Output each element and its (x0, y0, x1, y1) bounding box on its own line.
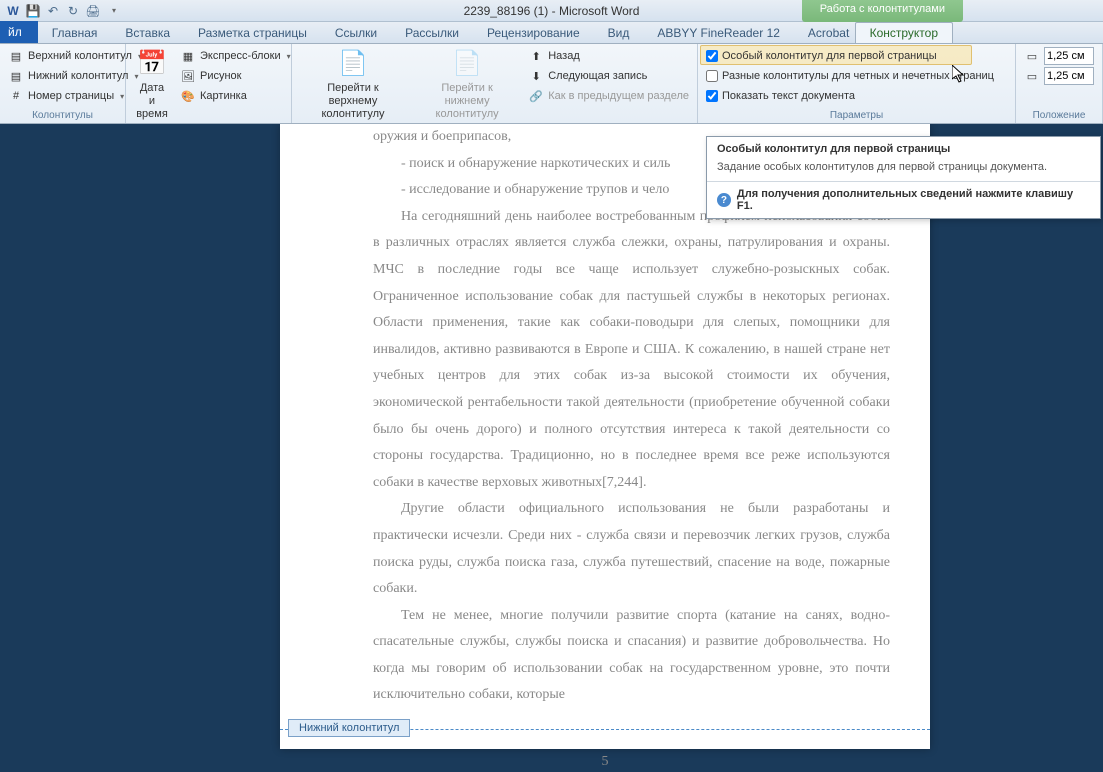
footer-label-tag[interactable]: Нижний колонтитул (288, 719, 410, 737)
page-number-icon: # (8, 88, 24, 104)
header-button[interactable]: ▤Верхний колонтитул (4, 46, 146, 66)
file-tab[interactable]: йл (0, 21, 38, 43)
group-position: ▭ ▭ Положение (1016, 44, 1103, 123)
group-headers: ▤Верхний колонтитул ▤Нижний колонтитул #… (0, 44, 126, 123)
footer-bottom-input[interactable] (1044, 67, 1094, 85)
redo-icon[interactable]: ↻ (64, 2, 82, 20)
tab-references[interactable]: Ссылки (321, 23, 391, 43)
goto-header-button[interactable]: 📄 Перейти к верхнему колонтитулу (296, 46, 410, 124)
doc-paragraph: Другие области официального использовани… (373, 496, 890, 602)
show-document-text-checkbox[interactable]: Показать текст документа (702, 86, 998, 106)
group-navigation: 📄 Перейти к верхнему колонтитулу 📄 Перей… (292, 44, 698, 123)
undo-icon[interactable]: ↶ (44, 2, 62, 20)
footer-button[interactable]: ▤Нижний колонтитул (4, 66, 146, 86)
qat-customize-icon[interactable] (104, 2, 122, 20)
tab-mailings[interactable]: Рассылки (391, 23, 473, 43)
doc-paragraph: На сегодняшний день наиболее востребован… (373, 204, 890, 497)
clipart-button[interactable]: 🎨Картинка (176, 86, 295, 106)
contextual-tab-header: Работа с колонтитулами (802, 0, 963, 22)
blocks-icon: ▦ (180, 48, 196, 64)
tooltip-description: Задание особых колонтитулов для первой с… (707, 161, 1100, 181)
header-from-top[interactable]: ▭ (1020, 46, 1098, 66)
page-number-field[interactable]: 5 (280, 754, 930, 770)
tab-design[interactable]: Конструктор (855, 22, 953, 43)
header-top-input[interactable] (1044, 47, 1094, 65)
goto-footer-icon: 📄 (451, 48, 483, 80)
quick-access-toolbar: W 💾 ↶ ↻ 🖨 (0, 2, 122, 20)
picture-button[interactable]: 🖼Рисунок (176, 66, 295, 86)
tab-acrobat[interactable]: Acrobat (794, 23, 863, 43)
tooltip-help-row: ? Для получения дополнительных сведений … (707, 182, 1100, 218)
link-icon: 🔗 (528, 88, 544, 104)
title-bar: W 💾 ↶ ↻ 🖨 2239_88196 (1) - Microsoft Wor… (0, 0, 1103, 22)
tab-abbyy[interactable]: ABBYY FineReader 12 (643, 23, 794, 43)
word-icon[interactable]: W (4, 2, 22, 20)
tooltip-help-text: Для получения дополнительных сведений на… (737, 188, 1090, 212)
next-button[interactable]: ⬇Следующая запись (524, 66, 693, 86)
checkbox-oddeven[interactable] (706, 70, 718, 82)
clipart-icon: 🎨 (180, 88, 196, 104)
picture-icon: 🖼 (180, 68, 196, 84)
previous-button[interactable]: ⬆Назад (524, 46, 693, 66)
window-title: 2239_88196 (1) - Microsoft Word (464, 4, 640, 18)
help-icon: ? (717, 193, 731, 207)
checkbox-first[interactable] (706, 50, 718, 62)
group-label-position: Положение (1020, 109, 1098, 123)
group-label-options: Параметры (702, 109, 1011, 123)
tooltip-title: Особый колонтитул для первой страницы (707, 137, 1100, 161)
group-options: Особый колонтитул для первой страницы Ра… (698, 44, 1016, 123)
arrow-down-icon: ⬇ (528, 68, 544, 84)
tab-insert[interactable]: Вставка (111, 23, 184, 43)
date-time-button[interactable]: 📅 Дата и время (130, 46, 174, 124)
tab-home[interactable]: Главная (38, 23, 112, 43)
tab-page-layout[interactable]: Разметка страницы (184, 23, 321, 43)
link-previous-button: 🔗Как в предыдущем разделе (524, 86, 693, 106)
different-first-page-checkbox[interactable]: Особый колонтитул для первой страницы (702, 46, 998, 66)
ruler-top-icon: ▭ (1024, 48, 1040, 64)
doc-paragraph: Тем не менее, многие получили развитие с… (373, 603, 890, 709)
tab-review[interactable]: Рецензирование (473, 23, 594, 43)
tab-view[interactable]: Вид (594, 23, 644, 43)
header-icon: ▤ (8, 48, 24, 64)
goto-header-icon: 📄 (337, 48, 369, 80)
group-insert: 📅 Дата и время ▦Экспресс-блоки 🖼Рисунок … (126, 44, 292, 123)
footer-icon: ▤ (8, 68, 24, 84)
save-icon[interactable]: 💾 (24, 2, 42, 20)
page-number-button[interactable]: #Номер страницы (4, 86, 146, 106)
checkbox-showdoc[interactable] (706, 90, 718, 102)
group-label-headers: Колонтитулы (4, 109, 121, 123)
footer-from-bottom[interactable]: ▭ (1020, 66, 1098, 86)
ruler-bottom-icon: ▭ (1024, 68, 1040, 84)
ribbon: ▤Верхний колонтитул ▤Нижний колонтитул #… (0, 44, 1103, 124)
tooltip: Особый колонтитул для первой страницы За… (706, 136, 1101, 219)
print-icon[interactable]: 🖨 (84, 2, 102, 20)
ribbon-tabs: йл Главная Вставка Разметка страницы Ссы… (0, 22, 1103, 44)
document-workspace[interactable]: оружия и боеприпасов, - поиск и обнаруже… (0, 124, 1103, 772)
arrow-up-icon: ⬆ (528, 48, 544, 64)
goto-footer-button: 📄 Перейти к нижнему колонтитулу (412, 46, 522, 124)
quick-parts-button[interactable]: ▦Экспресс-блоки (176, 46, 295, 66)
different-odd-even-checkbox[interactable]: Разные колонтитулы для четных и нечетных… (702, 66, 998, 86)
calendar-icon: 📅 (136, 48, 168, 80)
